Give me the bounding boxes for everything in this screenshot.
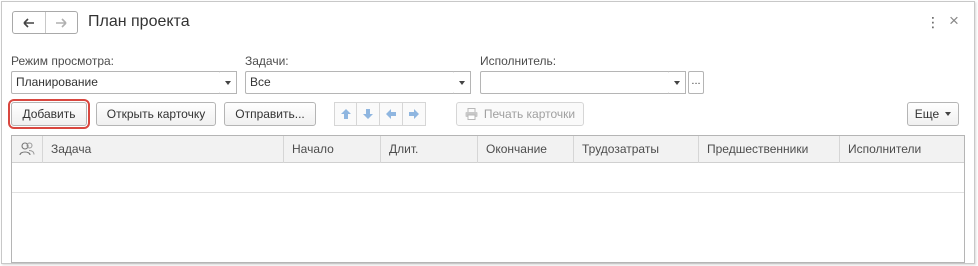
chevron-down-icon bbox=[225, 80, 231, 85]
view-mode-label: Режим просмотра: bbox=[11, 54, 115, 68]
view-mode-select[interactable]: Планирование bbox=[11, 71, 221, 94]
printer-icon bbox=[465, 108, 478, 120]
column-start[interactable]: Начало bbox=[284, 136, 381, 163]
print-card-button[interactable]: Печать карточки bbox=[456, 102, 584, 126]
arrow-left-icon bbox=[386, 109, 396, 119]
close-icon[interactable]: × bbox=[949, 11, 959, 31]
view-mode-dropdown-button[interactable] bbox=[220, 71, 237, 94]
tasks-table[interactable]: Задача Начало Длит. Окончание Трудозатра… bbox=[11, 135, 965, 263]
chevron-down-icon bbox=[674, 80, 680, 85]
chevron-down-icon bbox=[459, 80, 465, 85]
move-down-button[interactable] bbox=[357, 102, 380, 126]
navigation-buttons bbox=[12, 11, 78, 34]
column-labor[interactable]: Трудозатраты bbox=[574, 136, 699, 163]
column-task[interactable]: Задача bbox=[43, 136, 284, 163]
executor-dropdown-button[interactable] bbox=[669, 71, 686, 94]
table-header: Задача Начало Длит. Окончание Трудозатра… bbox=[12, 136, 964, 163]
users-icon bbox=[19, 142, 35, 156]
page-title: План проекта bbox=[88, 13, 190, 30]
more-actions-icon[interactable]: ⋮ bbox=[926, 14, 940, 30]
more-menu-button[interactable]: Еще bbox=[907, 102, 959, 126]
send-button[interactable]: Отправить... bbox=[224, 102, 316, 126]
table-row-divider bbox=[12, 192, 964, 193]
more-label: Еще bbox=[914, 107, 940, 121]
column-executors[interactable]: Исполнители bbox=[840, 136, 964, 163]
back-button[interactable] bbox=[13, 12, 45, 33]
arrow-left-icon bbox=[23, 17, 34, 28]
move-right-button[interactable] bbox=[403, 102, 426, 126]
executor-select-button[interactable]: ... bbox=[688, 71, 704, 94]
tasks-label: Задачи: bbox=[245, 54, 289, 68]
chevron-down-icon bbox=[945, 112, 952, 116]
arrow-down-icon bbox=[363, 109, 373, 119]
print-card-label: Печать карточки bbox=[483, 107, 576, 121]
forward-button[interactable] bbox=[44, 12, 78, 33]
tasks-dropdown-button[interactable] bbox=[454, 71, 471, 94]
project-plan-window: План проекта ⋮ × Режим просмотра: Задачи… bbox=[1, 1, 975, 264]
arrow-right-icon bbox=[56, 17, 67, 28]
arrow-right-icon bbox=[409, 109, 419, 119]
move-up-button[interactable] bbox=[334, 102, 357, 126]
column-executors-icon[interactable] bbox=[12, 136, 43, 163]
column-predecessors[interactable]: Предшественники bbox=[699, 136, 840, 163]
executor-label: Исполнитель: bbox=[480, 54, 557, 68]
open-card-button[interactable]: Открыть карточку bbox=[96, 102, 216, 126]
executor-field[interactable] bbox=[480, 71, 670, 94]
move-left-button[interactable] bbox=[380, 102, 403, 126]
arrow-up-icon bbox=[340, 109, 351, 119]
add-button[interactable]: Добавить bbox=[8, 99, 90, 129]
column-duration[interactable]: Длит. bbox=[381, 136, 478, 163]
tasks-select[interactable]: Все bbox=[245, 71, 455, 94]
column-end[interactable]: Окончание bbox=[478, 136, 574, 163]
